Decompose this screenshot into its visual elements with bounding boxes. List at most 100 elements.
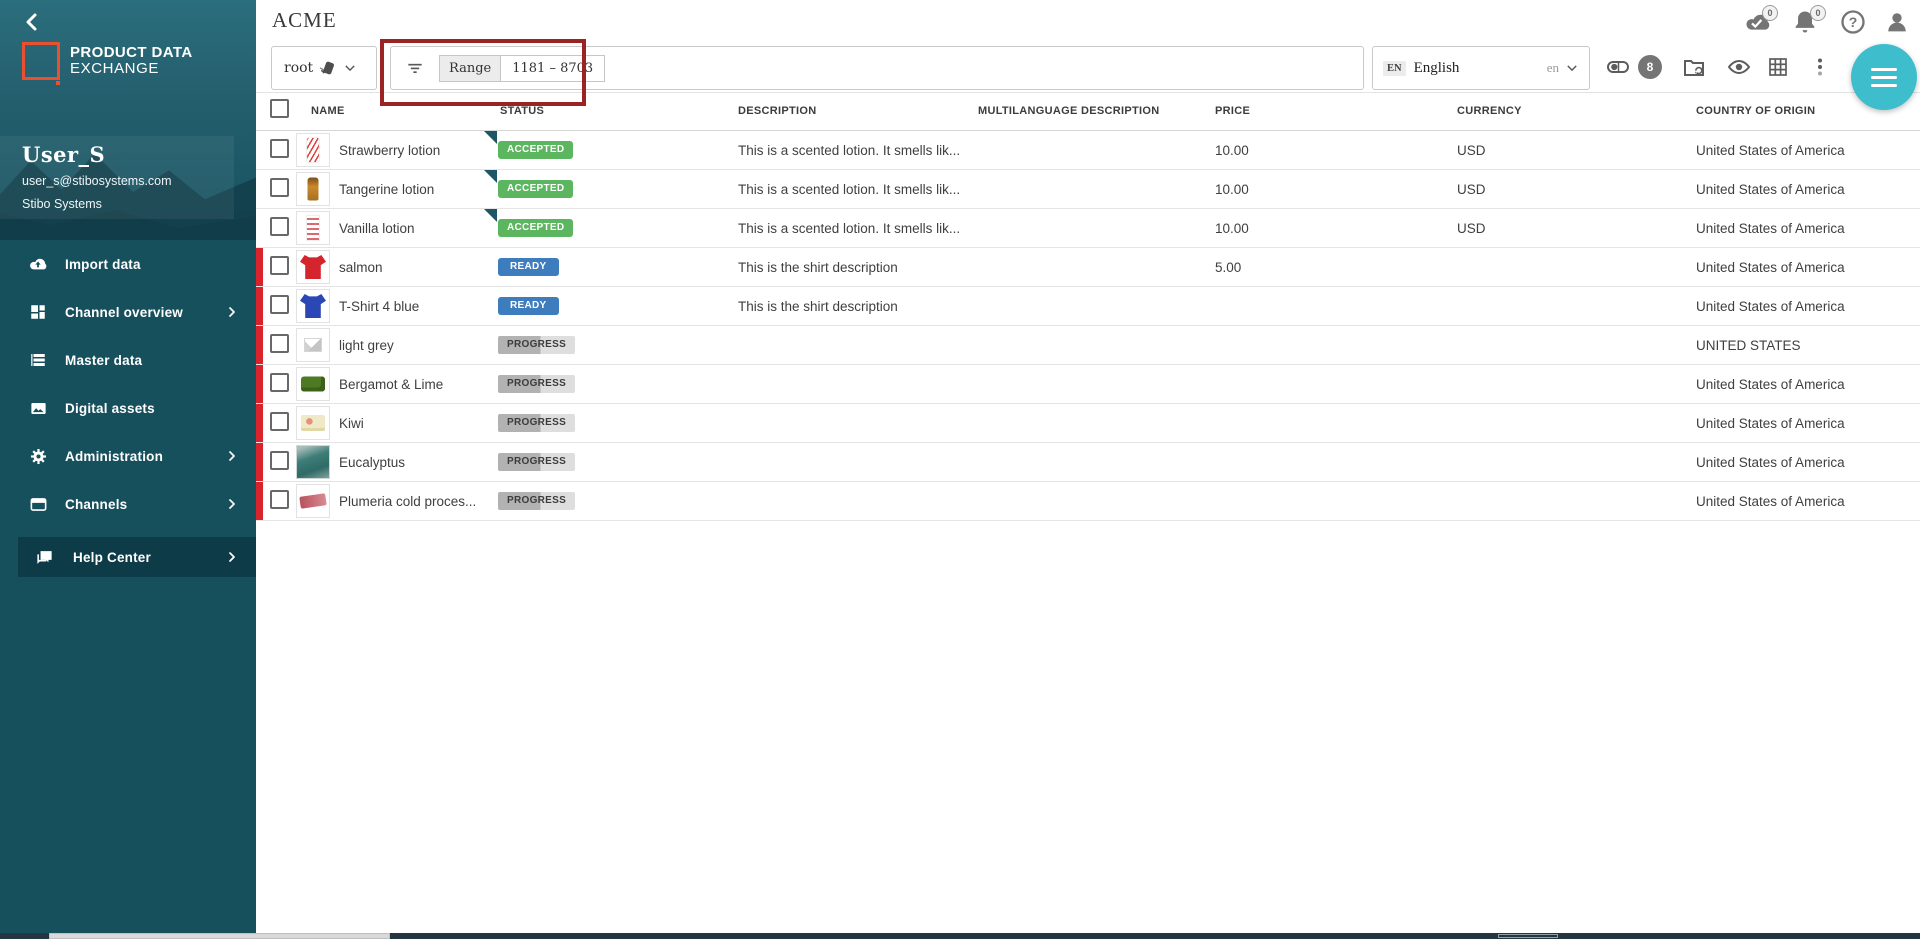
- notifications-bell-button[interactable]: 0: [1791, 8, 1821, 38]
- product-name[interactable]: Plumeria cold proces...: [339, 494, 476, 509]
- country-cell: United States of America: [1696, 455, 1920, 470]
- language-value: English: [1414, 60, 1547, 77]
- table-header-row: NAME STATUS DESCRIPTION MULTILANGUAGE DE…: [256, 92, 1920, 131]
- scrollbar-thumb[interactable]: [49, 933, 390, 939]
- column-header-status[interactable]: STATUS: [498, 105, 738, 117]
- range-chip-value: 1181 – 8703: [501, 55, 605, 82]
- description-cell: This is the shirt description: [738, 260, 978, 275]
- product-name[interactable]: Strawberry lotion: [339, 143, 440, 158]
- table-row[interactable]: Vanilla lotion ACCEPTED This is a scente…: [256, 209, 1920, 248]
- chevron-right-icon: [226, 306, 238, 318]
- horizontal-scrollbar[interactable]: [0, 933, 1920, 939]
- row-checkbox[interactable]: [270, 256, 289, 275]
- user-company: Stibo Systems: [22, 197, 234, 211]
- row-checkbox[interactable]: [270, 412, 289, 431]
- table-row[interactable]: Strawberry lotion ACCEPTED This is a sce…: [256, 131, 1920, 170]
- logo-line1: PRODUCT DATA: [70, 45, 193, 61]
- product-name[interactable]: Vanilla lotion: [339, 221, 415, 236]
- product-name[interactable]: Bergamot & Lime: [339, 377, 443, 392]
- product-name[interactable]: salmon: [339, 260, 383, 275]
- main-menu-fab-button[interactable]: [1851, 44, 1917, 110]
- filter-search-bar[interactable]: Range 1181 – 8703: [390, 46, 1364, 90]
- sidebar-item-master-data[interactable]: Master data: [0, 336, 256, 384]
- product-table: NAME STATUS DESCRIPTION MULTILANGUAGE DE…: [256, 92, 1920, 521]
- table-row[interactable]: salmon READY This is the shirt descripti…: [256, 248, 1920, 287]
- column-header-currency[interactable]: CURRENCY: [1457, 105, 1696, 117]
- product-data-exchange-logo[interactable]: PRODUCT DATA EXCHANGE: [22, 42, 193, 80]
- language-selector-dropdown[interactable]: EN English en: [1372, 46, 1590, 90]
- product-name[interactable]: Eucalyptus: [339, 455, 405, 470]
- table-row[interactable]: Plumeria cold proces... PROGRESS United …: [256, 482, 1920, 521]
- table-row[interactable]: Tangerine lotion ACCEPTED This is a scen…: [256, 170, 1920, 209]
- product-name[interactable]: T-Shirt 4 blue: [339, 299, 419, 314]
- column-header-multilanguage[interactable]: MULTILANGUAGE DESCRIPTION: [978, 105, 1215, 117]
- sidebar-item-label: Channels: [65, 497, 127, 512]
- context-selector-dropdown[interactable]: root: [271, 46, 377, 90]
- more-options-kebab-button[interactable]: [1808, 55, 1828, 79]
- image-icon: [28, 398, 48, 418]
- row-checkbox[interactable]: [270, 490, 289, 509]
- product-name[interactable]: light grey: [339, 338, 394, 353]
- folder-sync-button[interactable]: [1682, 55, 1706, 79]
- sidebar-item-channel-overview[interactable]: Channel overview: [0, 288, 256, 336]
- description-cell: This is a scented lotion. It smells lik.…: [738, 182, 978, 197]
- notifications-count-badge: 0: [1810, 5, 1826, 21]
- chevron-right-icon: [226, 551, 238, 563]
- country-cell: United States of America: [1696, 377, 1920, 392]
- range-chip-label: Range: [439, 55, 501, 82]
- range-filter-chip[interactable]: Range 1181 – 8703: [439, 55, 605, 82]
- sidebar-nav: Import data Channel overview Master data…: [0, 240, 256, 933]
- product-thumbnail: [296, 211, 330, 245]
- sidebar-item-help-center[interactable]: Help Center: [18, 537, 256, 577]
- sidebar-item-label: Channel overview: [65, 305, 183, 320]
- row-alert-bar: [256, 365, 263, 403]
- table-row[interactable]: Bergamot & Lime PROGRESS United States o…: [256, 365, 1920, 404]
- table-view-button[interactable]: [1766, 55, 1790, 79]
- logo-square-icon: [22, 42, 60, 80]
- sidebar: PRODUCT DATA EXCHANGE User_S user_s@stib…: [0, 0, 256, 933]
- availability-check-button[interactable]: 0: [1743, 8, 1773, 38]
- product-thumbnail: [296, 367, 330, 401]
- sidebar-item-channels[interactable]: Channels: [0, 480, 256, 528]
- sidebar-item-import-data[interactable]: Import data: [0, 240, 256, 288]
- currency-cell: USD: [1457, 182, 1696, 197]
- table-row[interactable]: Eucalyptus PROGRESS United States of Ame…: [256, 443, 1920, 482]
- dashboard-icon: [28, 302, 48, 322]
- row-checkbox[interactable]: [270, 139, 289, 158]
- column-header-price[interactable]: PRICE: [1215, 105, 1457, 117]
- product-name[interactable]: Tangerine lotion: [339, 182, 434, 197]
- chat-icon: [34, 547, 54, 567]
- row-checkbox[interactable]: [270, 334, 289, 353]
- product-thumbnail: [296, 133, 330, 167]
- currency-cell: USD: [1457, 143, 1696, 158]
- sidebar-item-administration[interactable]: Administration: [0, 432, 256, 480]
- country-cell: United States of America: [1696, 221, 1920, 236]
- column-header-description[interactable]: DESCRIPTION: [738, 105, 978, 117]
- row-checkbox[interactable]: [270, 178, 289, 197]
- row-checkbox[interactable]: [270, 373, 289, 392]
- product-name[interactable]: Kiwi: [339, 416, 364, 431]
- country-cell: United States of America: [1696, 182, 1920, 197]
- column-header-name[interactable]: NAME: [296, 105, 498, 117]
- collapse-sidebar-button[interactable]: [20, 10, 44, 34]
- product-thumbnail: [296, 250, 330, 284]
- row-checkbox[interactable]: [270, 295, 289, 314]
- table-row[interactable]: Kiwi PROGRESS United States of America: [256, 404, 1920, 443]
- scrollbar-handle[interactable]: [1498, 934, 1558, 938]
- select-all-checkbox[interactable]: [270, 99, 289, 118]
- row-alert-bar: [256, 248, 263, 286]
- sidebar-item-digital-assets[interactable]: Digital assets: [0, 384, 256, 432]
- table-row[interactable]: T-Shirt 4 blue READY This is the shirt d…: [256, 287, 1920, 326]
- currency-cell: USD: [1457, 221, 1696, 236]
- product-thumbnail: [296, 289, 330, 323]
- help-button[interactable]: ?: [1839, 8, 1869, 38]
- status-badge: PROGRESS: [498, 492, 575, 510]
- chevron-down-icon: [343, 61, 357, 75]
- row-alert-bar: [256, 482, 263, 520]
- row-checkbox[interactable]: [270, 451, 289, 470]
- user-profile-button[interactable]: [1883, 8, 1913, 38]
- toggle-switch-icon[interactable]: [1606, 55, 1630, 79]
- preview-eye-button[interactable]: [1727, 55, 1751, 79]
- row-checkbox[interactable]: [270, 217, 289, 236]
- table-row[interactable]: light grey PROGRESS UNITED STATES: [256, 326, 1920, 365]
